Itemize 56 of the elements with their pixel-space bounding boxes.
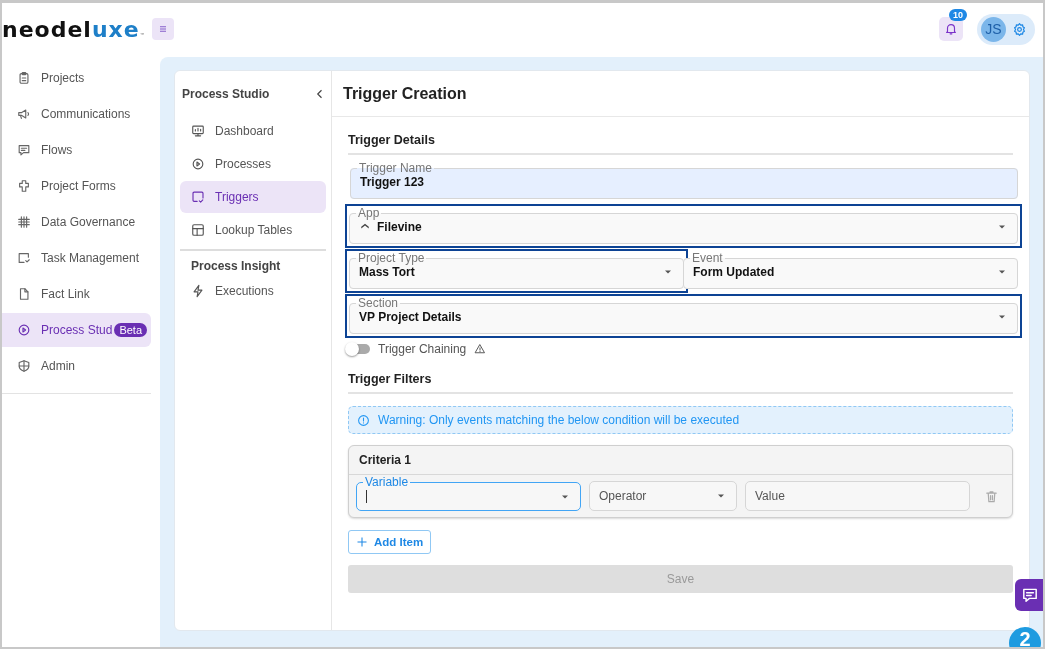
section-heading: Trigger Details [348, 127, 1013, 155]
bell-icon [944, 22, 958, 36]
sidebar-item[interactable]: Project Forms [2, 169, 151, 203]
add-item-button[interactable]: Add Item [348, 530, 432, 554]
text-field[interactable]: Value [745, 481, 970, 511]
criteria-title: Criteria 1 [349, 446, 1012, 475]
toggle-switch[interactable] [348, 344, 370, 354]
sidebar-item[interactable]: Communications [2, 97, 151, 131]
sidebar-item[interactable]: Process Stud Beta [2, 313, 151, 347]
sidebar-item[interactable]: Data Governance [2, 205, 151, 239]
section-heading: Trigger Filters [348, 366, 1013, 394]
warning-text: Warning: Only events matching the below condition will be executed [378, 413, 740, 427]
settings-icon[interactable] [1012, 21, 1027, 37]
sidebar-item[interactable]: Fact Link [2, 277, 151, 311]
info-icon [357, 413, 370, 427]
nav-item[interactable]: Dashboard [180, 115, 326, 147]
shield-icon [17, 359, 31, 373]
screen-check-icon [191, 190, 205, 204]
file-icon [17, 287, 31, 301]
text-field[interactable]: Trigger Name Trigger 123 [350, 163, 1018, 199]
select-field[interactable]: Event Form Updated [683, 253, 1018, 289]
menu-button[interactable] [151, 18, 174, 40]
select-field[interactable]: Operator [589, 481, 737, 511]
select-field[interactable]: Section VP Project Details [349, 298, 1018, 334]
panel-title: Process Studio [182, 87, 270, 101]
megaphone-icon [17, 107, 31, 121]
user-avatar: JS [981, 16, 1006, 42]
clipboard-icon [17, 71, 31, 85]
sidebar-item[interactable]: Projects [2, 61, 151, 95]
trash-icon [984, 488, 999, 504]
sidebar-item[interactable]: Admin [2, 349, 151, 383]
select-field[interactable]: Project Type Mass Tort [349, 253, 684, 289]
nav-item[interactable]: Executions [180, 275, 326, 307]
select-field[interactable]: App Filevine [349, 208, 1018, 244]
plus-icon [356, 536, 368, 548]
section-heading: Process Insight [190, 258, 282, 275]
chat-button[interactable] [1015, 579, 1043, 611]
page-title: Trigger Creation [332, 71, 1029, 117]
bolt-icon [191, 284, 205, 298]
table-icon [191, 223, 205, 237]
sidebar-item[interactable]: Flows [2, 133, 151, 167]
toggle-label: Trigger Chaining [378, 342, 467, 356]
warning-icon [474, 343, 487, 355]
notification-count: 10 [949, 9, 967, 21]
nav-item[interactable]: Processes [180, 148, 326, 180]
chat-icon [1021, 586, 1039, 604]
beta-badge: Beta [114, 323, 147, 337]
sidebar-item[interactable]: Task Management [2, 241, 151, 275]
nav-item[interactable]: Triggers [180, 181, 326, 213]
task-icon [17, 251, 31, 265]
message-icon [17, 143, 31, 157]
grid-icon [17, 215, 31, 229]
nav-item[interactable]: Lookup Tables [180, 214, 326, 246]
notifications-button[interactable] [939, 17, 963, 41]
select-field[interactable]: Variable [356, 477, 581, 511]
monitor-icon [191, 124, 205, 138]
